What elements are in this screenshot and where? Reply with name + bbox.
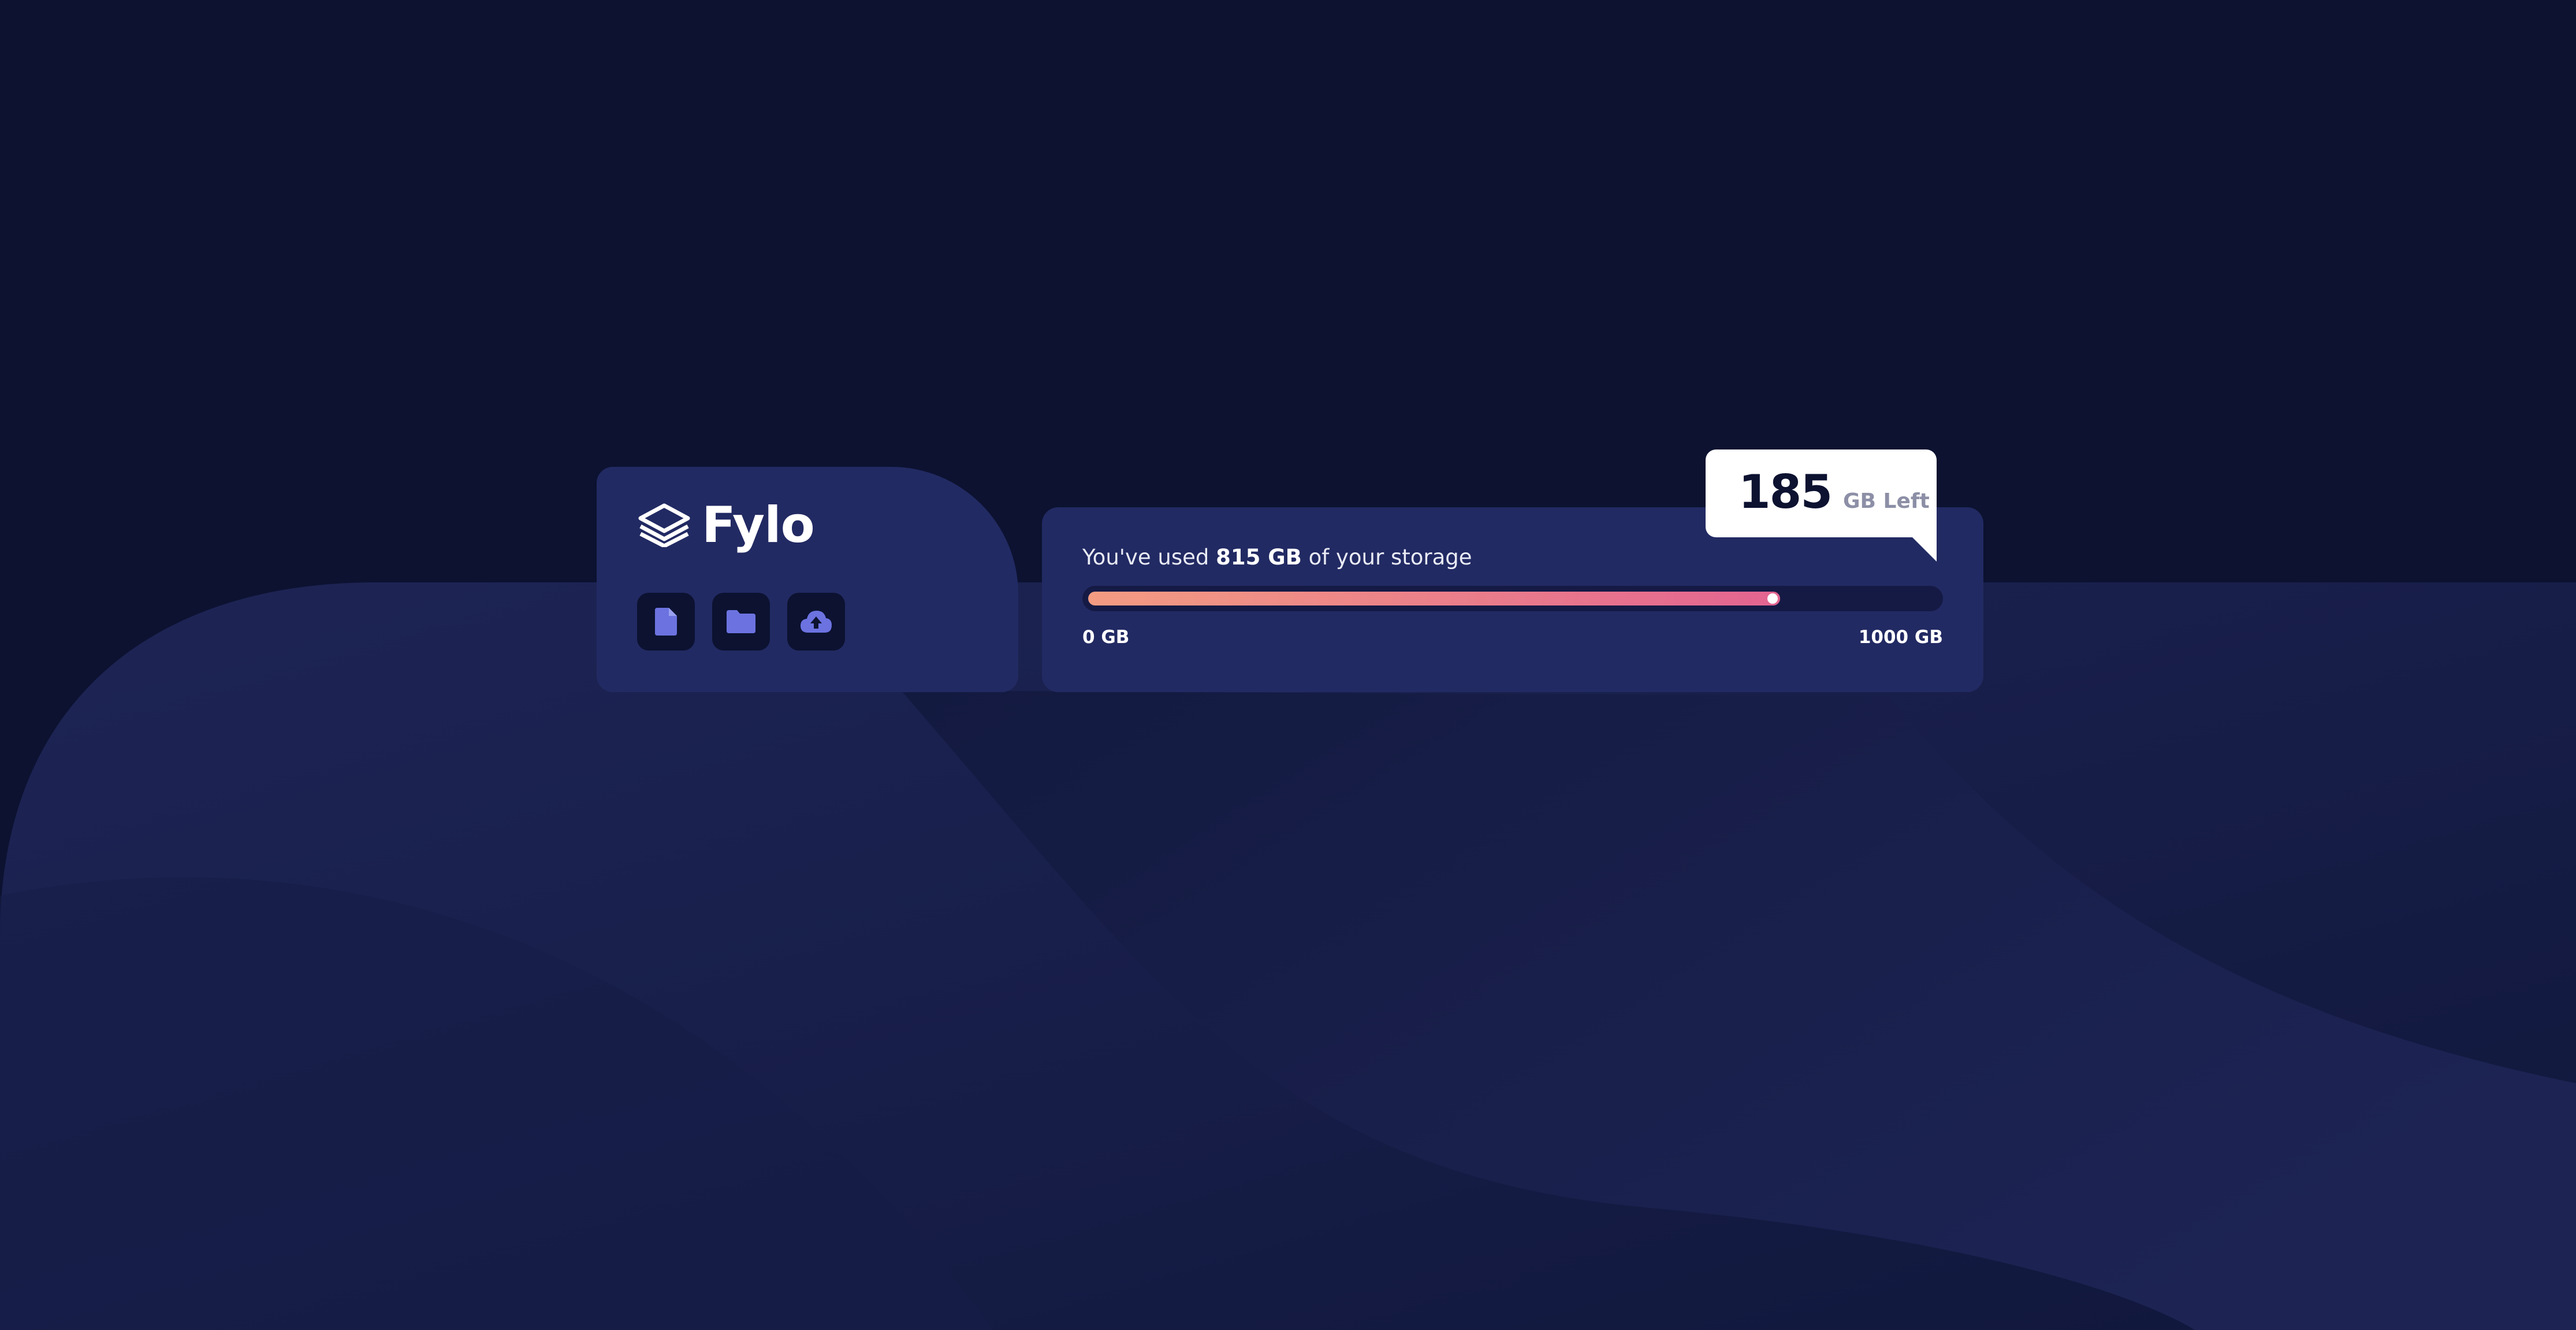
usage-suffix: of your storage — [1308, 545, 1472, 570]
brand-card: Fylo — [597, 467, 1018, 692]
usage-prefix: You've used — [1082, 545, 1209, 570]
upload-icon — [801, 611, 832, 633]
scale-min-label: 0 GB — [1082, 627, 1130, 648]
logo: Fylo — [637, 496, 815, 554]
document-icon — [655, 608, 677, 636]
brand-name: Fylo — [702, 496, 815, 554]
storage-progress-bar — [1082, 586, 1943, 611]
usage-amount: 815 GB — [1216, 545, 1302, 570]
folder-icon — [727, 610, 755, 633]
usage-text: You've used 815 GB of your storage — [1082, 547, 1472, 568]
folder-button[interactable] — [712, 593, 770, 651]
document-button[interactable] — [637, 593, 695, 651]
stack-layers-icon — [638, 503, 690, 547]
progress-knob — [1767, 593, 1778, 604]
upload-button[interactable] — [787, 593, 845, 651]
file-actions — [637, 593, 845, 651]
storage-progress-fill — [1088, 592, 1780, 605]
scale-max-label: 1000 GB — [1858, 627, 1943, 648]
remaining-value: 185 — [1739, 465, 1833, 519]
remaining-callout: 185 GB Left — [1706, 449, 1937, 562]
remaining-unit: GB Left — [1843, 489, 1930, 513]
